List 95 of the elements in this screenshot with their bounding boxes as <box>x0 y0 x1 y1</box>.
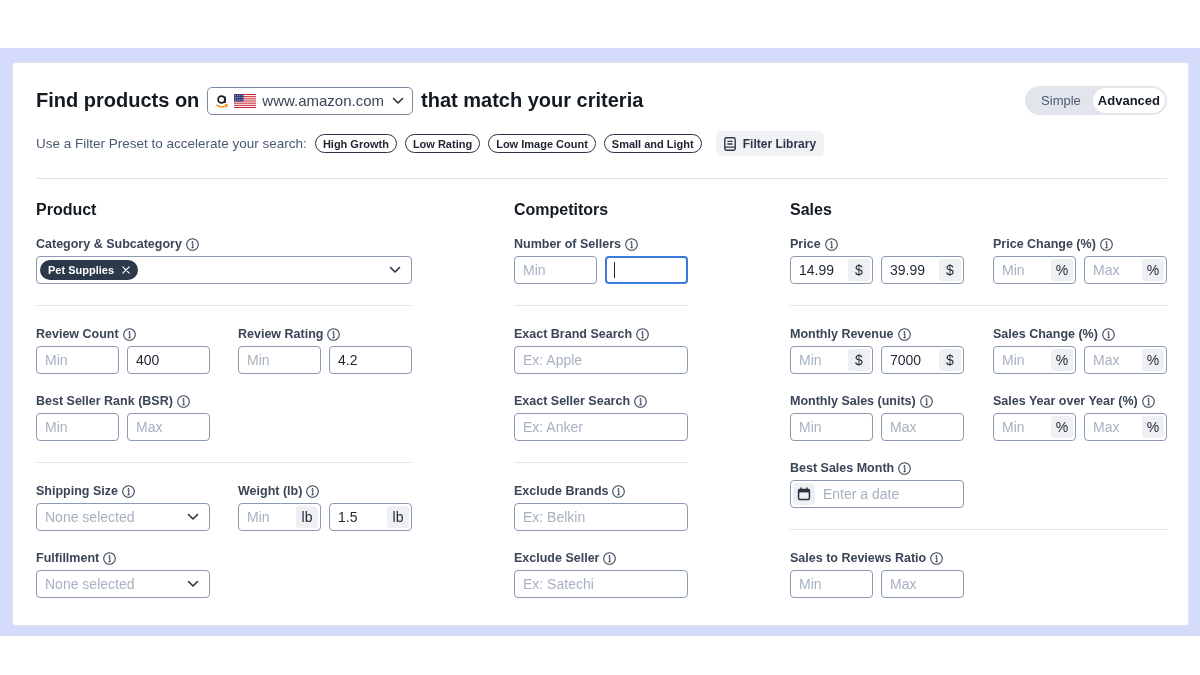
field-label: Exact Seller Search <box>514 394 631 408</box>
field-label: Best Seller Rank (BSR) <box>36 394 173 408</box>
unit-label: % <box>1051 259 1073 281</box>
input-field[interactable]: Max <box>127 413 210 441</box>
section-title: Sales <box>790 200 833 220</box>
field-label: Exclude Brands <box>514 484 609 498</box>
title-text: Find products on <box>36 89 200 112</box>
info-icon <box>824 237 838 251</box>
preset-chip[interactable]: High Growth <box>314 134 397 153</box>
chevron-down-icon <box>187 580 199 588</box>
calendar-icon <box>793 483 815 505</box>
info-icon <box>1101 327 1115 341</box>
unit-label: % <box>1051 349 1073 371</box>
unit-label: % <box>1051 416 1073 438</box>
field-label: Sales Change (%) <box>993 327 1098 341</box>
field-label: Price Change (%) <box>993 237 1096 251</box>
info-icon <box>121 484 135 498</box>
unit-label: $ <box>848 349 870 371</box>
chevron-down-icon <box>392 96 405 105</box>
input-field[interactable]: Min <box>790 570 873 598</box>
section-title: Competitors <box>514 200 610 220</box>
info-icon <box>185 237 199 251</box>
unit-label: $ <box>939 349 961 371</box>
field-label: Monthly Revenue <box>790 327 894 341</box>
field-label: Review Rating <box>238 327 324 341</box>
info-icon <box>603 551 617 565</box>
info-icon <box>919 394 933 408</box>
text-cursor-icon <box>614 262 615 278</box>
info-icon <box>1141 394 1155 408</box>
field-label: Best Sales Month <box>790 461 895 475</box>
unit-label: $ <box>939 259 961 281</box>
input-field[interactable]: Ex: Satechi <box>514 570 688 598</box>
field-label: Review Count <box>36 327 119 341</box>
marketplace-dropdown[interactable]: www.amazon.com <box>207 86 414 115</box>
input-field[interactable]: Min <box>514 256 597 284</box>
flag-icon <box>234 93 257 108</box>
field-label: Exact Brand Search <box>514 327 633 341</box>
input-field[interactable]: 4.2 <box>329 346 412 374</box>
field-label: Shipping Size <box>36 484 118 498</box>
unit-label: % <box>1142 349 1164 371</box>
info-icon <box>636 327 650 341</box>
field-label: Category & Subcategory <box>36 237 182 251</box>
input-field[interactable]: 400 <box>127 346 210 374</box>
info-icon <box>634 394 648 408</box>
unit-label: lb <box>387 506 409 528</box>
info-icon <box>327 327 341 341</box>
unit-label: % <box>1142 416 1164 438</box>
unit-label: $ <box>848 259 870 281</box>
chevron-down-icon <box>389 266 401 274</box>
info-icon <box>122 327 136 341</box>
tag-chip[interactable]: Pet Supplies <box>40 260 139 280</box>
info-icon <box>930 551 944 565</box>
input-field[interactable]: Max <box>881 413 964 441</box>
input-field[interactable]: Min <box>36 346 119 374</box>
document-icon <box>723 136 736 151</box>
input-field[interactable]: Min <box>238 346 321 374</box>
input-field[interactable]: Ex: Apple <box>514 346 688 374</box>
info-icon <box>625 237 638 251</box>
preset-chip[interactable]: Low Rating <box>404 134 481 153</box>
input-field[interactable]: Ex: Belkin <box>514 503 688 531</box>
preset-chip[interactable]: Small and Light <box>603 134 702 153</box>
input-field[interactable]: Max <box>881 570 964 598</box>
field-label: Fulfillment <box>36 551 100 565</box>
field-label: Weight (lb) <box>238 484 303 498</box>
filter-library-button[interactable]: Filter Library <box>715 131 825 156</box>
field-label: Sales to Reviews Ratio <box>790 551 927 565</box>
unit-label: lb <box>296 506 318 528</box>
section-title: Product <box>36 200 98 220</box>
field-label: Number of Sellers <box>514 237 621 251</box>
info-icon <box>306 484 320 498</box>
input-field[interactable]: Min <box>790 413 873 441</box>
unit-label: % <box>1142 259 1164 281</box>
input-field[interactable]: Min <box>36 413 119 441</box>
info-icon <box>897 327 911 341</box>
input-field[interactable]: Ex: Anker <box>514 413 688 441</box>
info-icon <box>612 484 626 498</box>
preset-chip[interactable]: Low Image Count <box>488 134 596 153</box>
info-icon <box>176 394 190 408</box>
title-text: that match your criteria <box>421 89 644 112</box>
input-field[interactable] <box>605 256 688 284</box>
chevron-down-icon <box>187 513 199 521</box>
field-label: Monthly Sales (units) <box>790 394 916 408</box>
preset-label: Use a Filter Preset to accelerate your search: <box>36 136 307 151</box>
logo-icon <box>216 92 229 109</box>
info-icon <box>898 461 912 475</box>
field-label: Exclude Seller <box>514 551 600 565</box>
field-label: Price <box>790 237 821 251</box>
mode-tab[interactable]: Simple <box>1027 88 1093 113</box>
field-label: Sales Year over Year (%) <box>993 394 1138 408</box>
mode-tab[interactable]: Advanced <box>1092 88 1165 113</box>
info-icon <box>103 551 117 565</box>
category-dropdown[interactable]: Pet Supplies <box>36 256 412 284</box>
close-icon <box>122 266 131 274</box>
date-field[interactable]: Enter a date <box>790 480 964 508</box>
info-icon <box>1099 237 1113 251</box>
